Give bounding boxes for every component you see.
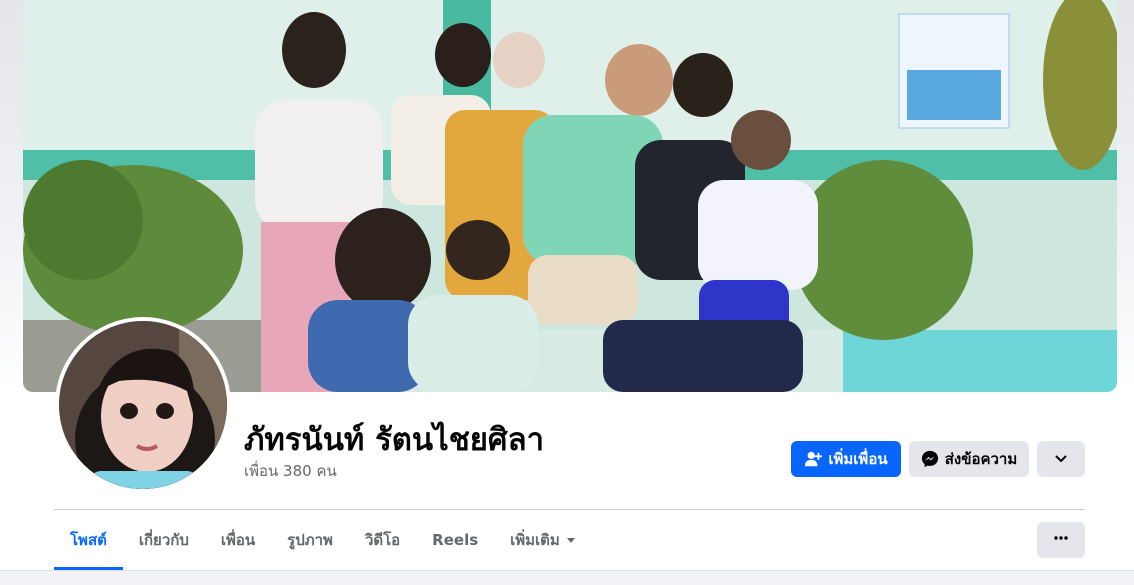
tab-more[interactable]: เพิ่มเติม xyxy=(494,512,592,570)
add-friend-button[interactable]: เพิ่มเพื่อน xyxy=(791,441,901,477)
chevron-down-icon xyxy=(1054,452,1068,466)
tab-reels[interactable]: Reels xyxy=(416,512,494,570)
add-friend-label: เพิ่มเพื่อน xyxy=(828,450,888,468)
message-button[interactable]: ส่งข้อความ xyxy=(909,441,1029,477)
message-label: ส่งข้อความ xyxy=(944,450,1018,468)
profile-picture[interactable] xyxy=(55,317,231,493)
profile-tabs: โพสต์ เกี่ยวกับ เพื่อน รูปภาพ วิดีโอ Ree… xyxy=(54,512,592,570)
ellipsis-icon xyxy=(1053,530,1069,550)
tab-label: รูปภาพ xyxy=(287,530,333,549)
caret-down-icon xyxy=(566,531,576,549)
profile-more-button[interactable] xyxy=(1037,441,1085,477)
profile-photo-graphic xyxy=(59,321,227,489)
tab-label: วิดีโอ xyxy=(364,530,401,549)
tab-friends[interactable]: เพื่อน xyxy=(205,512,271,570)
tab-about[interactable]: เกี่ยวกับ xyxy=(123,512,205,570)
profile-picture-image xyxy=(59,321,227,489)
tab-photos[interactable]: รูปภาพ xyxy=(271,512,349,570)
tab-label: Reels xyxy=(432,530,479,549)
messenger-icon xyxy=(921,450,939,468)
tab-label: เพิ่มเติม xyxy=(510,530,560,549)
profile-name: ภัทรนันท์ รัตนไชยศิลา xyxy=(244,422,544,458)
tabs-options-button[interactable] xyxy=(1037,522,1085,558)
feed-background xyxy=(0,570,1134,585)
tab-label: เพื่อน xyxy=(220,530,256,549)
friends-count[interactable]: เพื่อน 380 คน xyxy=(244,459,337,483)
tab-videos[interactable]: วิดีโอ xyxy=(349,512,416,570)
tab-label: โพสต์ xyxy=(70,530,107,549)
add-friend-icon xyxy=(804,450,823,468)
tab-posts[interactable]: โพสต์ xyxy=(54,512,123,570)
tab-label: เกี่ยวกับ xyxy=(138,530,189,549)
profile-divider xyxy=(54,509,1085,510)
